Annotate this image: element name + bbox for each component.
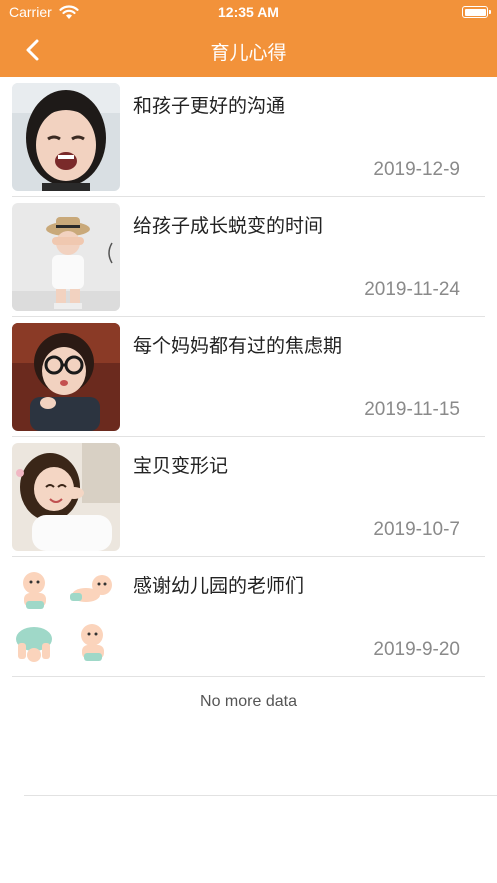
article-title: 宝贝变形记 bbox=[133, 455, 229, 477]
status-bar: Carrier 12:35 AM bbox=[0, 0, 497, 26]
list-item[interactable]: 每个妈妈都有过的焦虑期 2019-11-15 bbox=[0, 317, 497, 437]
list-item[interactable]: 感谢幼儿园的老师们 2019-9-20 bbox=[0, 557, 497, 677]
list-item[interactable]: 宝贝变形记 2019-10-7 bbox=[0, 437, 497, 557]
list-item[interactable]: 给孩子成长蜕变的时间 2019-11-24 bbox=[0, 197, 497, 317]
article-title: 和孩子更好的沟通 bbox=[133, 95, 286, 117]
list-item[interactable]: 和孩子更好的沟通 2019-12-9 bbox=[0, 77, 497, 197]
cartoon-babies-illustration bbox=[12, 563, 120, 671]
clock: 12:35 AM bbox=[218, 4, 279, 20]
divider bbox=[12, 676, 485, 677]
smiling-girl-photo bbox=[12, 443, 120, 551]
girl-with-glasses-photo bbox=[12, 323, 120, 431]
article-date: 2019-11-24 bbox=[364, 279, 460, 300]
page-title: 育儿心得 bbox=[210, 42, 287, 64]
article-date: 2019-11-15 bbox=[364, 399, 460, 420]
article-title: 每个妈妈都有过的焦虑期 bbox=[133, 335, 343, 357]
article-date: 2019-10-7 bbox=[373, 519, 460, 540]
no-more-data-label: No more data bbox=[200, 693, 297, 710]
article-title: 给孩子成长蜕变的时间 bbox=[133, 215, 324, 237]
navigation-bar: Carrier 12:35 AM 育儿心得 bbox=[0, 0, 497, 77]
article-date: 2019-9-20 bbox=[373, 639, 460, 660]
article-date: 2019-12-9 bbox=[373, 159, 460, 180]
battery-icon bbox=[462, 6, 491, 18]
article-title: 感谢幼儿园的老师们 bbox=[133, 575, 305, 597]
crying-girl-photo bbox=[12, 83, 120, 191]
child-with-hat-photo bbox=[12, 203, 120, 311]
divider bbox=[24, 795, 497, 796]
